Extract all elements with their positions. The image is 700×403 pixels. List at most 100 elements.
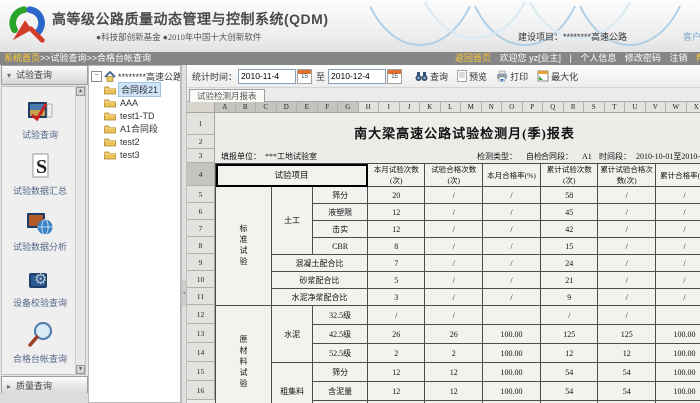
- table-cell[interactable]: 100.00: [655, 382, 700, 401]
- tab-monthly-report[interactable]: 试验检测月报表: [189, 89, 265, 103]
- sidebar-section-test-query[interactable]: ▾试验查询: [1, 65, 88, 85]
- table-cell[interactable]: 32.5级: [313, 306, 368, 325]
- row-number-10[interactable]: 10: [187, 271, 215, 288]
- column-letter-N[interactable]: N: [482, 102, 503, 113]
- column-letter-V[interactable]: V: [646, 102, 667, 113]
- search-button[interactable]: 查询: [415, 70, 448, 83]
- row-number-13[interactable]: 13: [187, 324, 215, 343]
- table-cell[interactable]: 26: [368, 325, 425, 344]
- row-number-4[interactable]: 4: [187, 163, 215, 186]
- table-cell[interactable]: 2: [368, 344, 425, 363]
- table-cell[interactable]: 含泥量: [313, 382, 368, 401]
- column-letter-S[interactable]: S: [584, 102, 605, 113]
- table-cell[interactable]: 标准试验: [216, 187, 272, 306]
- column-letter-J[interactable]: J: [400, 102, 421, 113]
- table-cell[interactable]: 3: [368, 289, 425, 306]
- table-cell[interactable]: 24: [540, 255, 597, 272]
- table-cell[interactable]: 54: [540, 382, 597, 401]
- date-from-input[interactable]: [238, 69, 296, 84]
- table-cell[interactable]: 42: [540, 221, 597, 238]
- table-cell[interactable]: 100.00: [482, 363, 540, 382]
- table-cell[interactable]: /: [425, 221, 482, 238]
- table-cell[interactable]: /: [655, 255, 700, 272]
- table-cell[interactable]: /: [598, 255, 655, 272]
- table-cell[interactable]: 58: [540, 187, 597, 204]
- table-cell[interactable]: 12: [368, 382, 425, 401]
- table-cell[interactable]: /: [598, 272, 655, 289]
- table-cell[interactable]: 水泥净浆配合比: [272, 289, 368, 306]
- table-cell[interactable]: /: [482, 255, 540, 272]
- table-header-cell[interactable]: 试验合格次数(次): [425, 164, 482, 187]
- table-cell[interactable]: /: [655, 221, 700, 238]
- select-all-corner[interactable]: [187, 102, 215, 113]
- row-number-3[interactable]: 3: [187, 149, 215, 163]
- table-cell[interactable]: 100.00: [655, 363, 700, 382]
- profile-link[interactable]: 个人信息: [580, 53, 616, 63]
- table-cell[interactable]: 12: [425, 382, 482, 401]
- table-cell[interactable]: /: [540, 306, 597, 325]
- sidebar-item-test-data-analysis[interactable]: 试验数据分析: [13, 208, 67, 253]
- calendar-icon[interactable]: 15: [297, 69, 312, 84]
- table-cell[interactable]: 125: [598, 325, 655, 344]
- table-cell[interactable]: 击实: [313, 221, 368, 238]
- row-number-8[interactable]: 8: [187, 237, 215, 254]
- table-cell[interactable]: 液塑限: [313, 204, 368, 221]
- row-number-7[interactable]: 7: [187, 220, 215, 237]
- row-number-16[interactable]: 16: [187, 381, 215, 400]
- table-cell[interactable]: 12: [368, 204, 425, 221]
- table-cell[interactable]: 100.00: [482, 344, 540, 363]
- table-cell[interactable]: 砂浆配合比: [272, 272, 368, 289]
- table-cell[interactable]: 42.5级: [313, 325, 368, 344]
- logout-link[interactable]: 注销: [669, 53, 687, 63]
- table-cell[interactable]: 12: [368, 221, 425, 238]
- table-cell[interactable]: 12: [540, 344, 597, 363]
- column-letter-R[interactable]: R: [564, 102, 585, 113]
- table-cell[interactable]: 26: [425, 325, 482, 344]
- table-cell[interactable]: /: [425, 187, 482, 204]
- column-letter-W[interactable]: W: [666, 102, 687, 113]
- sidebar-item-test-data-summary[interactable]: S试验数据汇总: [13, 152, 67, 197]
- row-number-6[interactable]: 6: [187, 203, 215, 220]
- table-header-cell[interactable]: 累计试验次数(次): [540, 164, 597, 187]
- calendar-icon[interactable]: 15: [387, 69, 402, 84]
- table-cell[interactable]: 7: [368, 255, 425, 272]
- table-cell[interactable]: /: [598, 204, 655, 221]
- table-header-cell[interactable]: 本月合格率(%): [482, 164, 540, 187]
- table-header-cell[interactable]: 本月试验次数(次): [368, 164, 425, 187]
- column-letter-P[interactable]: P: [523, 102, 544, 113]
- column-letter-G[interactable]: G: [338, 102, 359, 113]
- table-cell[interactable]: 筛分: [313, 187, 368, 204]
- sidebar-item-pass-ledger-query[interactable]: 合格台帐查询: [13, 320, 67, 365]
- column-letter-M[interactable]: M: [461, 102, 482, 113]
- table-cell[interactable]: 2: [425, 344, 482, 363]
- table-cell[interactable]: /: [425, 204, 482, 221]
- column-letter-O[interactable]: O: [502, 102, 523, 113]
- table-cell[interactable]: /: [425, 255, 482, 272]
- change-password-link[interactable]: 修改密码: [625, 53, 661, 63]
- table-cell[interactable]: 54: [598, 382, 655, 401]
- table-cell[interactable]: 100.00: [482, 382, 540, 401]
- table-cell[interactable]: 45: [540, 204, 597, 221]
- column-letter-L[interactable]: L: [441, 102, 462, 113]
- table-cell[interactable]: 12: [425, 363, 482, 382]
- table-header-cell[interactable]: 累计合格率(%): [655, 164, 700, 187]
- help-link[interactable]: 帮助: [696, 53, 700, 63]
- column-letter-T[interactable]: T: [605, 102, 626, 113]
- table-cell[interactable]: 8: [368, 238, 425, 255]
- table-cell[interactable]: 100.00: [482, 325, 540, 344]
- row-number-14[interactable]: 14: [187, 343, 215, 362]
- sidebar-item-test-query[interactable]: 试验查询: [22, 96, 58, 141]
- table-cell[interactable]: [655, 306, 700, 325]
- row-number-5[interactable]: 5: [187, 186, 215, 203]
- table-cell[interactable]: 52.5级: [313, 344, 368, 363]
- return-home-link[interactable]: 返回首页: [455, 53, 491, 63]
- table-header-cell[interactable]: 累计试验合格次数(次): [598, 164, 655, 187]
- row-number-15[interactable]: 15: [187, 362, 215, 381]
- column-letter-A[interactable]: A: [215, 102, 236, 113]
- table-cell[interactable]: /: [655, 289, 700, 306]
- date-to-input[interactable]: [328, 69, 386, 84]
- column-letter-K[interactable]: K: [420, 102, 441, 113]
- table-cell[interactable]: /: [598, 221, 655, 238]
- table-cell[interactable]: /: [425, 289, 482, 306]
- column-letter-B[interactable]: B: [236, 102, 257, 113]
